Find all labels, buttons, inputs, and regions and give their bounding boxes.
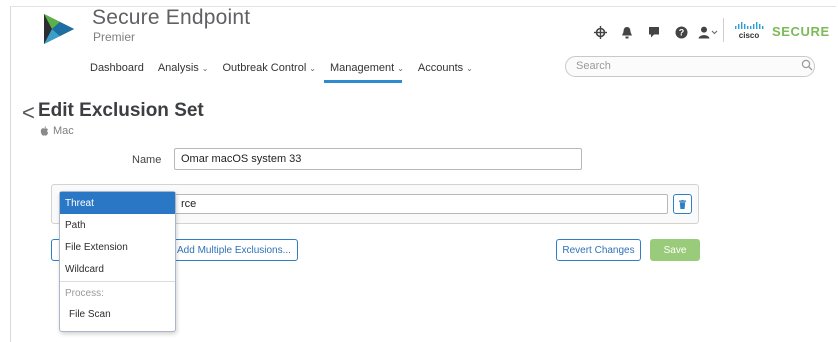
chevron-down-icon: ⌄ <box>466 63 473 73</box>
svg-text:?: ? <box>678 27 684 37</box>
nav-outbreak-control[interactable]: Outbreak Control ⌄ <box>223 62 316 74</box>
nav-label: Outbreak Control <box>222 62 307 74</box>
nav-management[interactable]: Management ⌄ <box>330 62 404 74</box>
back-chevron-icon[interactable]: < <box>22 100 35 126</box>
nav-accounts[interactable]: Accounts ⌄ <box>418 62 473 74</box>
chevron-down-icon: ⌄ <box>309 63 316 73</box>
chevron-down-icon: ⌄ <box>201 63 209 73</box>
header-divider <box>723 18 724 42</box>
chat-icon[interactable] <box>642 24 666 40</box>
secure-wordmark: SECURE <box>772 24 830 39</box>
active-nav-indicator <box>324 80 402 83</box>
crosshair-icon[interactable] <box>588 24 612 40</box>
dropdown-option-file-scan[interactable]: File Scan <box>60 303 175 325</box>
search-input[interactable]: Search <box>565 56 815 77</box>
main-nav: Dashboard Analysis ⌄ Outbreak Control ⌄ … <box>90 62 487 74</box>
search-icon[interactable] <box>801 59 813 71</box>
svg-text:cisco: cisco <box>739 31 760 40</box>
header-icons: ? <box>588 24 723 40</box>
name-field[interactable] <box>174 148 582 170</box>
nav-label: Analysis <box>157 62 199 74</box>
save-button[interactable]: Save <box>650 239 700 261</box>
add-multiple-exclusions-button[interactable]: Add Multiple Exclusions... <box>170 239 298 261</box>
page-title: Edit Exclusion Set <box>38 100 204 121</box>
apple-icon <box>40 126 49 136</box>
exclusion-type-dropdown: Threat Path File Extension Wildcard Proc… <box>59 191 176 332</box>
trash-icon <box>679 199 686 209</box>
name-label: Name <box>132 154 162 166</box>
dropdown-group-label: Process: <box>65 287 104 299</box>
exclusion-value-field[interactable]: rce <box>174 194 668 214</box>
user-icon[interactable] <box>696 24 720 40</box>
dropdown-option-path[interactable]: Path <box>60 214 175 236</box>
cisco-logo: cisco <box>735 22 764 40</box>
nav-dashboard[interactable]: Dashboard <box>90 62 144 74</box>
nav-analysis[interactable]: Analysis ⌄ <box>158 62 209 74</box>
os-name: Mac <box>53 125 74 137</box>
dropdown-option-file-extension[interactable]: File Extension <box>60 236 175 258</box>
bell-icon[interactable] <box>615 24 639 40</box>
brand-title: Secure Endpoint <box>92 6 251 29</box>
dropdown-divider <box>60 281 175 282</box>
nav-label: Management <box>329 62 395 74</box>
os-label: Mac <box>40 125 74 137</box>
dropdown-option-threat[interactable]: Threat <box>60 192 175 214</box>
revert-changes-button[interactable]: Revert Changes <box>556 239 641 261</box>
help-icon[interactable]: ? <box>669 24 693 40</box>
dropdown-option-wildcard[interactable]: Wildcard <box>60 258 175 280</box>
delete-exclusion-button[interactable] <box>673 194 692 214</box>
brand-subtitle: Premier <box>93 30 136 44</box>
nav-label: Accounts <box>417 62 464 74</box>
nav-label: Dashboard <box>90 62 144 74</box>
secure-endpoint-logo <box>44 14 74 44</box>
chevron-down-icon: ⌄ <box>397 63 404 73</box>
